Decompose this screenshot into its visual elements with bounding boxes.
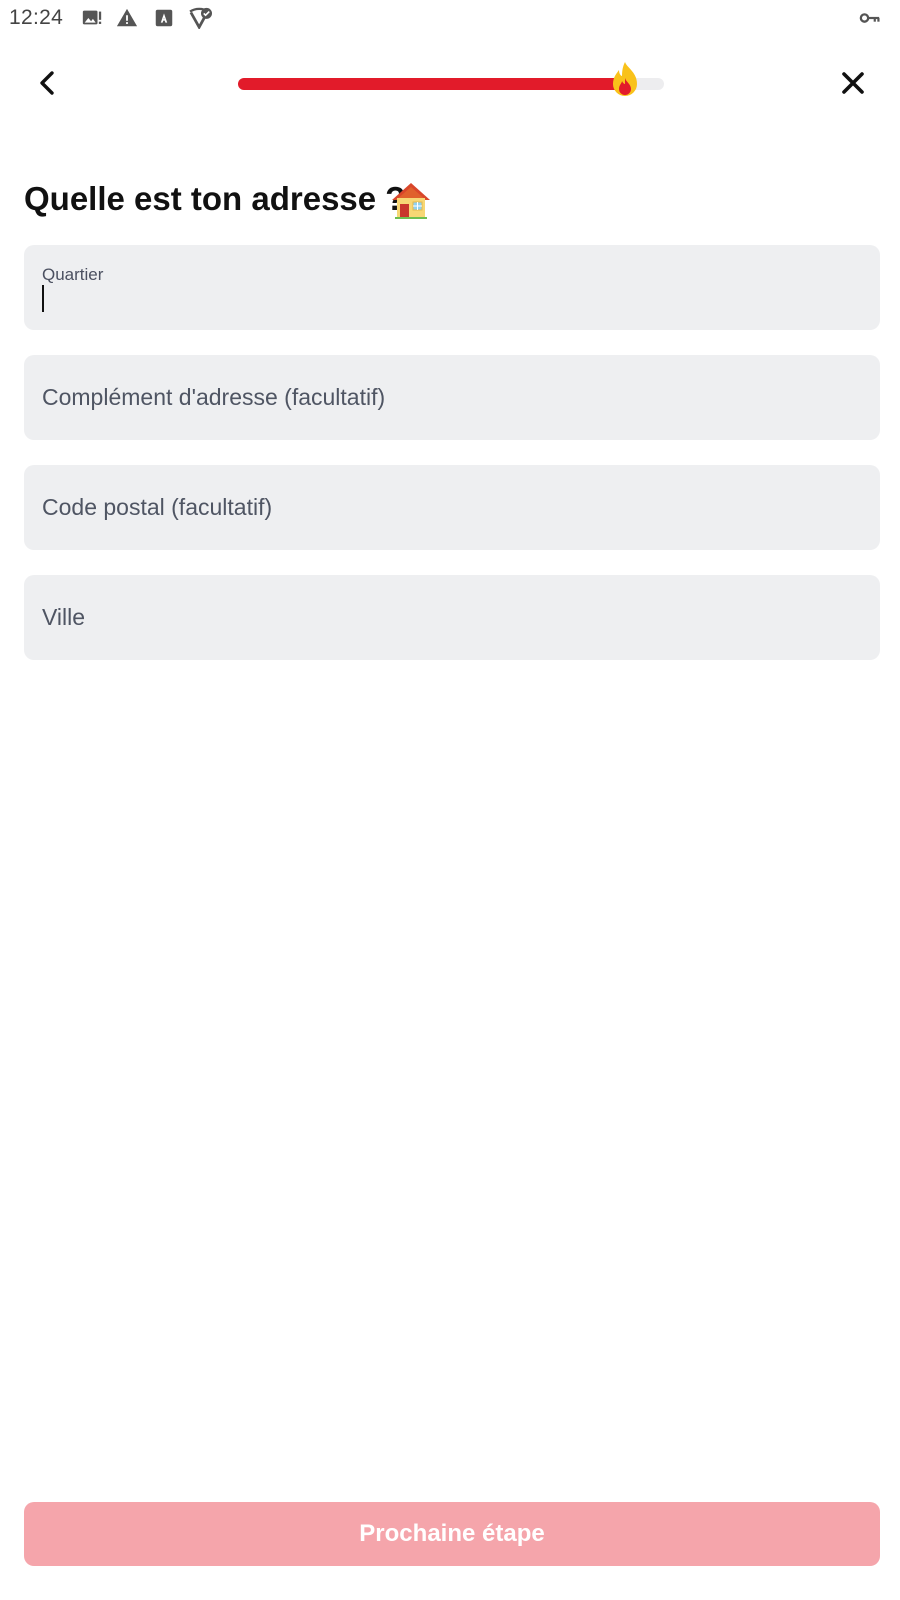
page-title: Quelle est ton adresse ? xyxy=(24,180,406,217)
complement-adresse-placeholder: Complément d'adresse (facultatif) xyxy=(42,384,386,410)
flame-icon xyxy=(610,60,640,100)
ville-field[interactable]: Ville xyxy=(24,575,880,660)
complement-adresse-field[interactable]: Complément d'adresse (facultatif) xyxy=(24,355,880,440)
quartier-label: Quartier xyxy=(42,265,104,284)
code-postal-field[interactable]: Code postal (facultatif) xyxy=(24,465,880,550)
code-postal-placeholder: Code postal (facultatif) xyxy=(42,494,273,520)
progress-fill xyxy=(238,78,622,90)
font-download-icon xyxy=(153,7,175,29)
warning-icon xyxy=(116,7,138,29)
image-alert-icon xyxy=(81,7,103,29)
house-icon xyxy=(390,180,432,220)
chevron-left-icon xyxy=(40,71,54,95)
key-icon xyxy=(858,7,882,29)
status-bar: 12:24 xyxy=(0,0,900,38)
quartier-field[interactable]: Quartier xyxy=(24,245,880,330)
status-time: 12:24 xyxy=(9,6,64,29)
progress-bar xyxy=(238,78,664,90)
next-step-label: Prochaine étape xyxy=(359,1520,545,1547)
ville-placeholder: Ville xyxy=(42,604,86,630)
vpn-check-icon xyxy=(188,7,214,29)
next-step-button[interactable]: Prochaine étape xyxy=(24,1502,880,1566)
close-button[interactable] xyxy=(836,66,870,100)
close-icon xyxy=(842,72,864,94)
back-button[interactable] xyxy=(30,65,66,101)
text-caret xyxy=(42,285,44,312)
